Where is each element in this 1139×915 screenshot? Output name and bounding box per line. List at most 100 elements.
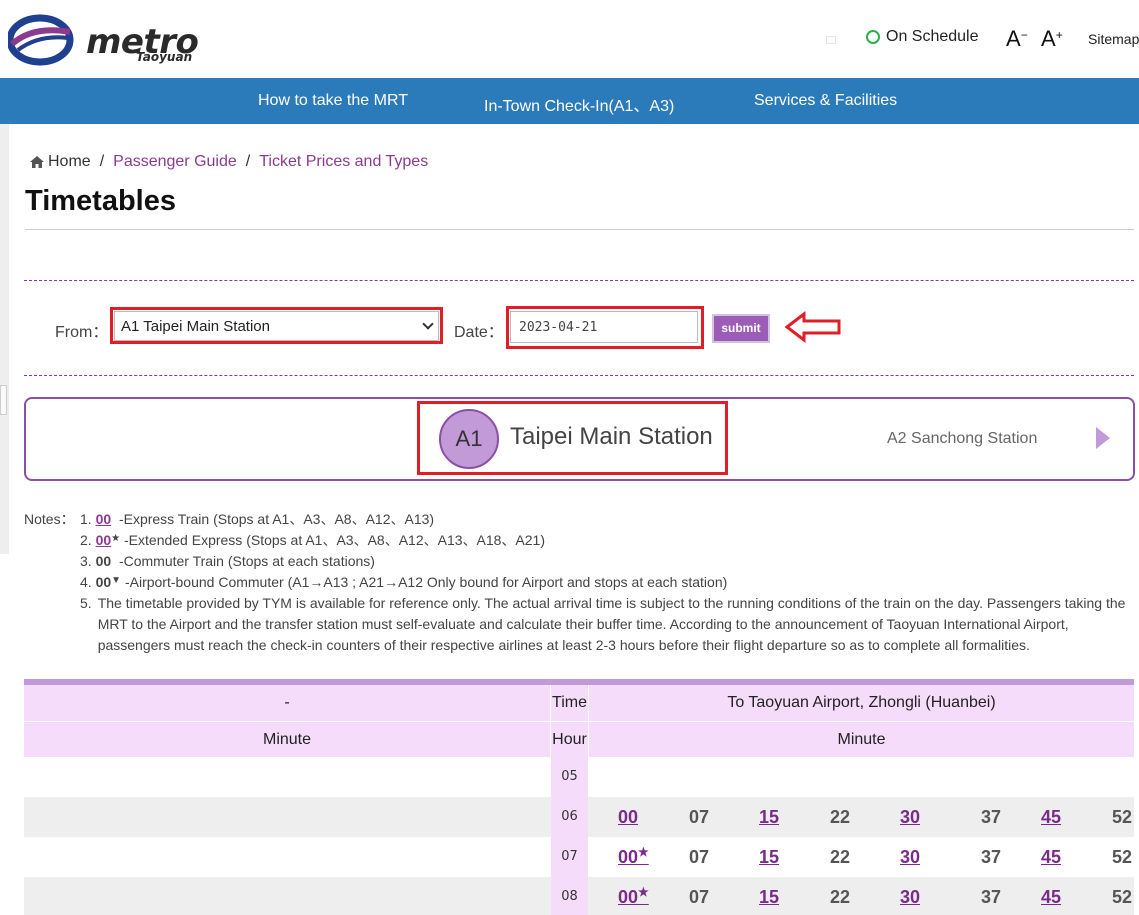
- minute-value: 15: [759, 847, 780, 867]
- font-increase-label: A: [1041, 26, 1056, 51]
- title-divider: [25, 229, 1134, 230]
- station-name: Taipei Main Station: [510, 423, 713, 450]
- nav-item-services-facilities[interactable]: Services & Facilities: [754, 92, 897, 110]
- minute-value: 30: [900, 847, 921, 867]
- font-increase-button[interactable]: A+: [1041, 26, 1063, 52]
- breadcrumb-home[interactable]: Home: [30, 153, 91, 171]
- sitemap-link[interactable]: Sitemap: [1088, 31, 1139, 47]
- from-label: From：: [55, 324, 109, 341]
- departure-minute[interactable]: 15: [759, 847, 779, 868]
- departure-minute[interactable]: 15: [759, 887, 779, 908]
- breadcrumb-home-label: Home: [48, 153, 91, 170]
- right-direction-header: To Taoyuan Airport, Zhongli (Huanbei): [727, 694, 996, 711]
- minute-value: 52: [1112, 807, 1133, 827]
- status-circle-icon: [866, 30, 880, 44]
- next-arrow-icon[interactable]: [1096, 427, 1110, 449]
- station-code-badge: A1: [439, 409, 499, 469]
- departure-minute: 52: [1112, 887, 1132, 908]
- departure-minute: 52: [1112, 847, 1132, 868]
- logo-mark-icon: [6, 14, 74, 66]
- table-row: 06 00 07 15 22 30 37 45 52: [24, 797, 1134, 837]
- date-input[interactable]: 2023-04-21: [510, 311, 698, 343]
- minute-value: 15: [759, 887, 780, 907]
- nav-item-in-town-check-in[interactable]: In-Town Check-In(A1、A3): [484, 92, 674, 116]
- service-status: On Schedule: [866, 28, 979, 46]
- note-number: 5.: [80, 595, 92, 611]
- minute-value: 37: [981, 847, 1002, 867]
- minute-value: 45: [1041, 807, 1062, 827]
- timetable-subheader-row: Minute Hour Minute: [24, 721, 1134, 757]
- departure-minute[interactable]: 45: [1041, 847, 1061, 868]
- minute-value: 37: [981, 887, 1002, 907]
- left-direction-header: -: [284, 694, 290, 711]
- hour-cell: 08: [551, 877, 588, 915]
- next-station-link[interactable]: A2 Sanchong Station: [887, 430, 1037, 448]
- departure-minute: 22: [830, 847, 850, 868]
- note-text: -Airport-bound Commuter (A1→A13 ; A21→A1…: [124, 574, 728, 590]
- note-item: 3. 00 -Commuter Train (Stops at each sta…: [80, 551, 375, 572]
- metro-logo[interactable]: metro Taoyuan: [6, 14, 208, 66]
- note-number: 4.: [80, 574, 92, 590]
- note-text: -Extended Express (Stops at A1、A3、A8、A12…: [124, 532, 546, 548]
- departure-minute: 37: [981, 847, 1001, 868]
- breadcrumb-passenger-guide[interactable]: Passenger Guide: [113, 153, 237, 171]
- side-handle[interactable]: [0, 385, 7, 415]
- departure-minute[interactable]: 00: [618, 807, 638, 828]
- submit-button[interactable]: submit: [712, 314, 770, 343]
- from-station-select[interactable]: A1 Taipei Main Station: [114, 311, 439, 341]
- font-decrease-sup: −: [1020, 28, 1028, 42]
- departure-minute: 52: [1112, 807, 1132, 828]
- minute-value: 22: [830, 807, 851, 827]
- note-text: -Commuter Train (Stops at each stations): [118, 553, 375, 569]
- font-decrease-button[interactable]: A−: [1006, 26, 1028, 52]
- breadcrumb-separator: /: [245, 153, 251, 170]
- hour-header: Hour: [552, 730, 587, 748]
- date-label: Date：: [454, 324, 504, 341]
- departure-minute: 22: [830, 887, 850, 908]
- time-header: Time: [552, 694, 587, 711]
- table-row: 07 00★ 07 15 22 30 37 45 52: [24, 837, 1134, 877]
- table-row: 05: [24, 757, 1134, 797]
- page-title: Timetables: [25, 185, 176, 217]
- minute-value: 52: [1112, 847, 1133, 867]
- departure-minute[interactable]: 00★: [618, 885, 649, 908]
- nav-item-how-to-take-mrt[interactable]: How to take the MRT: [258, 92, 408, 110]
- departure-minute[interactable]: 00★: [618, 845, 649, 868]
- note-item: 5. The timetable provided by TYM is avai…: [80, 593, 1130, 656]
- minute-value: 45: [1041, 887, 1062, 907]
- minute-value: 22: [830, 887, 851, 907]
- main-nav: How to take the MRT In-Town Check-In(A1、…: [0, 78, 1139, 124]
- note-item: 1. 00 -Express Train (Stops at A1、A3、A8、…: [80, 509, 434, 530]
- breadcrumb: Home / Passenger Guide / Ticket Prices a…: [30, 153, 428, 171]
- departure-minute[interactable]: 15: [759, 807, 779, 828]
- star-icon: ★: [111, 533, 121, 544]
- hour-cell: 06: [551, 797, 588, 837]
- departure-minute[interactable]: 30: [900, 807, 920, 828]
- note-code: 00: [95, 553, 112, 569]
- breadcrumb-ticket-prices[interactable]: Ticket Prices and Types: [259, 153, 428, 171]
- note-code: 00: [95, 532, 112, 548]
- departure-minute: 22: [830, 807, 850, 828]
- right-minute-header: Minute: [837, 730, 886, 748]
- minute-value: 52: [1112, 887, 1133, 907]
- font-decrease-label: A: [1006, 26, 1021, 51]
- breadcrumb-separator: /: [99, 153, 105, 170]
- star-icon: ★: [638, 885, 649, 899]
- note-number: 3.: [80, 553, 92, 569]
- dashed-divider: [24, 280, 1134, 281]
- departure-minute[interactable]: 30: [900, 847, 920, 868]
- departure-minute[interactable]: 45: [1041, 807, 1061, 828]
- minute-value: 00: [618, 807, 639, 827]
- site-header: metro Taoyuan On Schedule A− A+ Sitemap: [0, 0, 1139, 78]
- dashed-divider: [24, 375, 1134, 376]
- departure-minute[interactable]: 45: [1041, 887, 1061, 908]
- note-item: 4. 00▼ -Airport-bound Commuter (A1→A13 ;…: [80, 572, 727, 593]
- grid-icon: [826, 36, 836, 44]
- table-row: 08 00★ 07 15 22 30 37 45 52: [24, 877, 1134, 915]
- minute-value: 22: [830, 847, 851, 867]
- logo-subtext: Taoyuan: [136, 50, 193, 64]
- minute-value: 00: [618, 887, 639, 907]
- departure-minute: 37: [981, 807, 1001, 828]
- departure-minute[interactable]: 30: [900, 887, 920, 908]
- hour-cell: 05: [551, 757, 588, 797]
